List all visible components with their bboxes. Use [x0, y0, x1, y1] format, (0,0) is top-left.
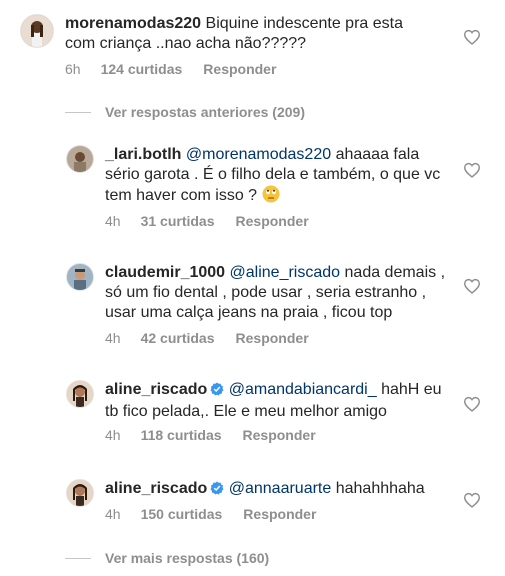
comment-time: 6h — [65, 61, 81, 77]
avatar[interactable] — [20, 14, 54, 48]
mention-link[interactable]: @morenamodas220 — [186, 146, 331, 163]
comment-time: 4h — [105, 213, 121, 229]
mention-link[interactable]: @aline_riscado — [230, 264, 341, 281]
comment-meta: 4h 150 curtidas Responder — [105, 505, 316, 523]
heart-icon[interactable] — [463, 29, 481, 45]
comment-morenamodas220: morenamodas220 Biquine indescente pra es… — [0, 0, 505, 80]
verified-badge-icon — [210, 481, 224, 501]
reply-claudemir-1000: claudemir_1000 @aline_riscado nada demai… — [0, 258, 505, 358]
comment-meta: 4h 42 curtidas Responder — [105, 329, 309, 347]
eye-roll-emoji-icon — [262, 185, 280, 203]
heart-icon[interactable] — [463, 278, 481, 294]
mention-link[interactable]: @annaaruarte — [229, 480, 332, 497]
avatar[interactable] — [66, 479, 94, 507]
avatar[interactable] — [66, 263, 94, 291]
heart-icon[interactable] — [463, 492, 481, 508]
comment-likes[interactable]: 150 curtidas — [141, 505, 223, 523]
comment-username[interactable]: _lari.botlh — [105, 146, 181, 163]
comment-text: morenamodas220 Biquine indescente pra es… — [65, 14, 435, 54]
comment-time: 4h — [105, 330, 121, 346]
comment-likes[interactable]: 31 curtidas — [141, 212, 215, 230]
reply-button[interactable]: Responder — [236, 329, 309, 347]
heart-icon[interactable] — [463, 396, 481, 412]
thread-line — [65, 112, 91, 113]
avatar[interactable] — [66, 380, 94, 408]
avatar[interactable] — [66, 145, 94, 173]
heart-icon[interactable] — [463, 162, 481, 178]
verified-badge-icon — [210, 382, 224, 402]
comment-time: 4h — [105, 506, 121, 522]
comment-username[interactable]: aline_riscado — [105, 381, 207, 398]
comment-likes[interactable]: 124 curtidas — [101, 60, 183, 78]
reply-button[interactable]: Responder — [243, 505, 316, 523]
reply-aline-riscado-1: aline_riscado @amandabiancardi_ hahH eu … — [0, 375, 505, 455]
comment-text: _lari.botlh @morenamodas220 ahaaaa fala … — [105, 145, 455, 206]
comment-text: claudemir_1000 @aline_riscado nada demai… — [105, 263, 450, 323]
view-previous-replies[interactable]: Ver respostas anteriores (209) — [105, 103, 305, 121]
mention-link[interactable]: @amandabiancardi_ — [229, 381, 377, 398]
comment-time: 4h — [105, 427, 121, 443]
reply-button[interactable]: Responder — [243, 426, 316, 444]
thread-line — [65, 558, 91, 559]
comment-username[interactable]: aline_riscado — [105, 480, 207, 497]
comment-meta: 4h 118 curtidas Responder — [105, 426, 316, 444]
view-more-replies[interactable]: Ver mais respostas (160) — [105, 549, 269, 567]
comment-likes[interactable]: 118 curtidas — [141, 426, 222, 444]
comment-username[interactable]: claudemir_1000 — [105, 264, 225, 281]
comment-text: aline_riscado @annaaruarte hahahhhaha — [105, 479, 450, 501]
comment-username[interactable]: morenamodas220 — [65, 15, 201, 32]
reply-lari-botlh: _lari.botlh @morenamodas220 ahaaaa fala … — [0, 140, 505, 240]
reply-aline-riscado-2: aline_riscado @annaaruarte hahahhhaha 4h… — [0, 474, 505, 534]
reply-button[interactable]: Responder — [236, 212, 309, 230]
reply-button[interactable]: Responder — [203, 60, 276, 78]
comment-meta: 6h 124 curtidas Responder — [65, 60, 276, 78]
comment-meta: 4h 31 curtidas Responder — [105, 212, 309, 230]
comment-body: hahahhhaha — [335, 480, 425, 497]
comment-text: aline_riscado @amandabiancardi_ hahH eu … — [105, 380, 445, 422]
comment-likes[interactable]: 42 curtidas — [141, 329, 215, 347]
